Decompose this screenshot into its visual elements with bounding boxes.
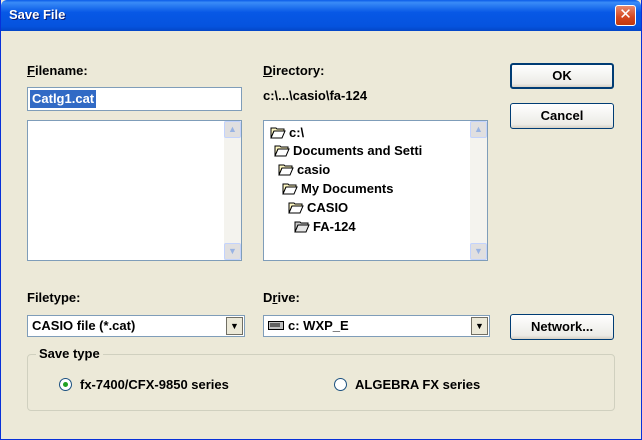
filetype-select[interactable]: CASIO file (*.cat) ▼ xyxy=(27,315,245,337)
filetype-value: CASIO file (*.cat) xyxy=(32,318,136,333)
scroll-up-icon[interactable]: ▲ xyxy=(224,121,241,138)
directory-scrollbar[interactable]: ▲ ▼ xyxy=(470,121,487,260)
file-list-scrollbar[interactable]: ▲ ▼ xyxy=(224,121,241,260)
open-folder-icon xyxy=(282,183,298,195)
open-folder-icon xyxy=(288,202,304,214)
radio-algebra-fx[interactable]: ALGEBRA FX series xyxy=(334,377,480,392)
directory-label: Directory: xyxy=(263,63,325,78)
directory-item[interactable]: CASIO xyxy=(288,199,348,217)
save-type-legend: Save type xyxy=(36,346,103,361)
scroll-down-icon[interactable]: ▼ xyxy=(470,243,487,260)
save-file-dialog: Save File ✕ Filename: Catlg1.cat ▲ ▼ Dir… xyxy=(0,0,642,440)
network-button[interactable]: Network... xyxy=(510,314,614,340)
directory-item[interactable]: casio xyxy=(278,161,330,179)
cancel-button[interactable]: Cancel xyxy=(510,103,614,129)
radio-fx7400[interactable]: fx-7400/CFX-9850 series xyxy=(59,377,229,392)
directory-item[interactable]: c:\ xyxy=(270,124,304,142)
directory-item[interactable]: My Documents xyxy=(282,180,393,198)
ok-button[interactable]: OK xyxy=(510,63,614,89)
window-title: Save File xyxy=(9,7,66,22)
radio-unselected-icon xyxy=(334,378,347,391)
directory-item[interactable]: FA-124 xyxy=(294,218,356,236)
chevron-down-icon[interactable]: ▼ xyxy=(471,317,488,335)
close-button[interactable]: ✕ xyxy=(615,5,636,26)
directory-tree[interactable]: c:\ Documents and Setti casio My Documen… xyxy=(263,120,488,261)
radio-selected-icon xyxy=(59,378,72,391)
scroll-down-icon[interactable]: ▼ xyxy=(224,243,241,260)
drive-label: Drive: xyxy=(263,290,300,305)
filetype-label: Filetype: xyxy=(27,290,81,305)
filename-value: Catlg1.cat xyxy=(30,90,97,108)
drive-select[interactable]: c: WXP_E ▼ xyxy=(263,315,490,337)
hard-drive-icon xyxy=(268,321,284,330)
title-bar[interactable]: Save File ✕ xyxy=(1,0,641,31)
chevron-down-icon[interactable]: ▼ xyxy=(226,317,243,335)
file-listbox[interactable]: ▲ ▼ xyxy=(27,120,242,261)
open-folder-icon xyxy=(278,164,294,176)
open-folder-icon xyxy=(294,221,310,233)
open-folder-icon xyxy=(270,127,286,139)
open-folder-icon xyxy=(274,145,290,157)
scroll-up-icon[interactable]: ▲ xyxy=(470,121,487,138)
drive-value: c: WXP_E xyxy=(268,318,349,333)
filename-label: Filename: xyxy=(27,63,88,78)
close-icon: ✕ xyxy=(619,6,632,23)
directory-item[interactable]: Documents and Setti xyxy=(274,142,422,160)
directory-path: c:\...\casio\fa-124 xyxy=(263,88,368,103)
filename-input[interactable]: Catlg1.cat xyxy=(27,87,242,111)
